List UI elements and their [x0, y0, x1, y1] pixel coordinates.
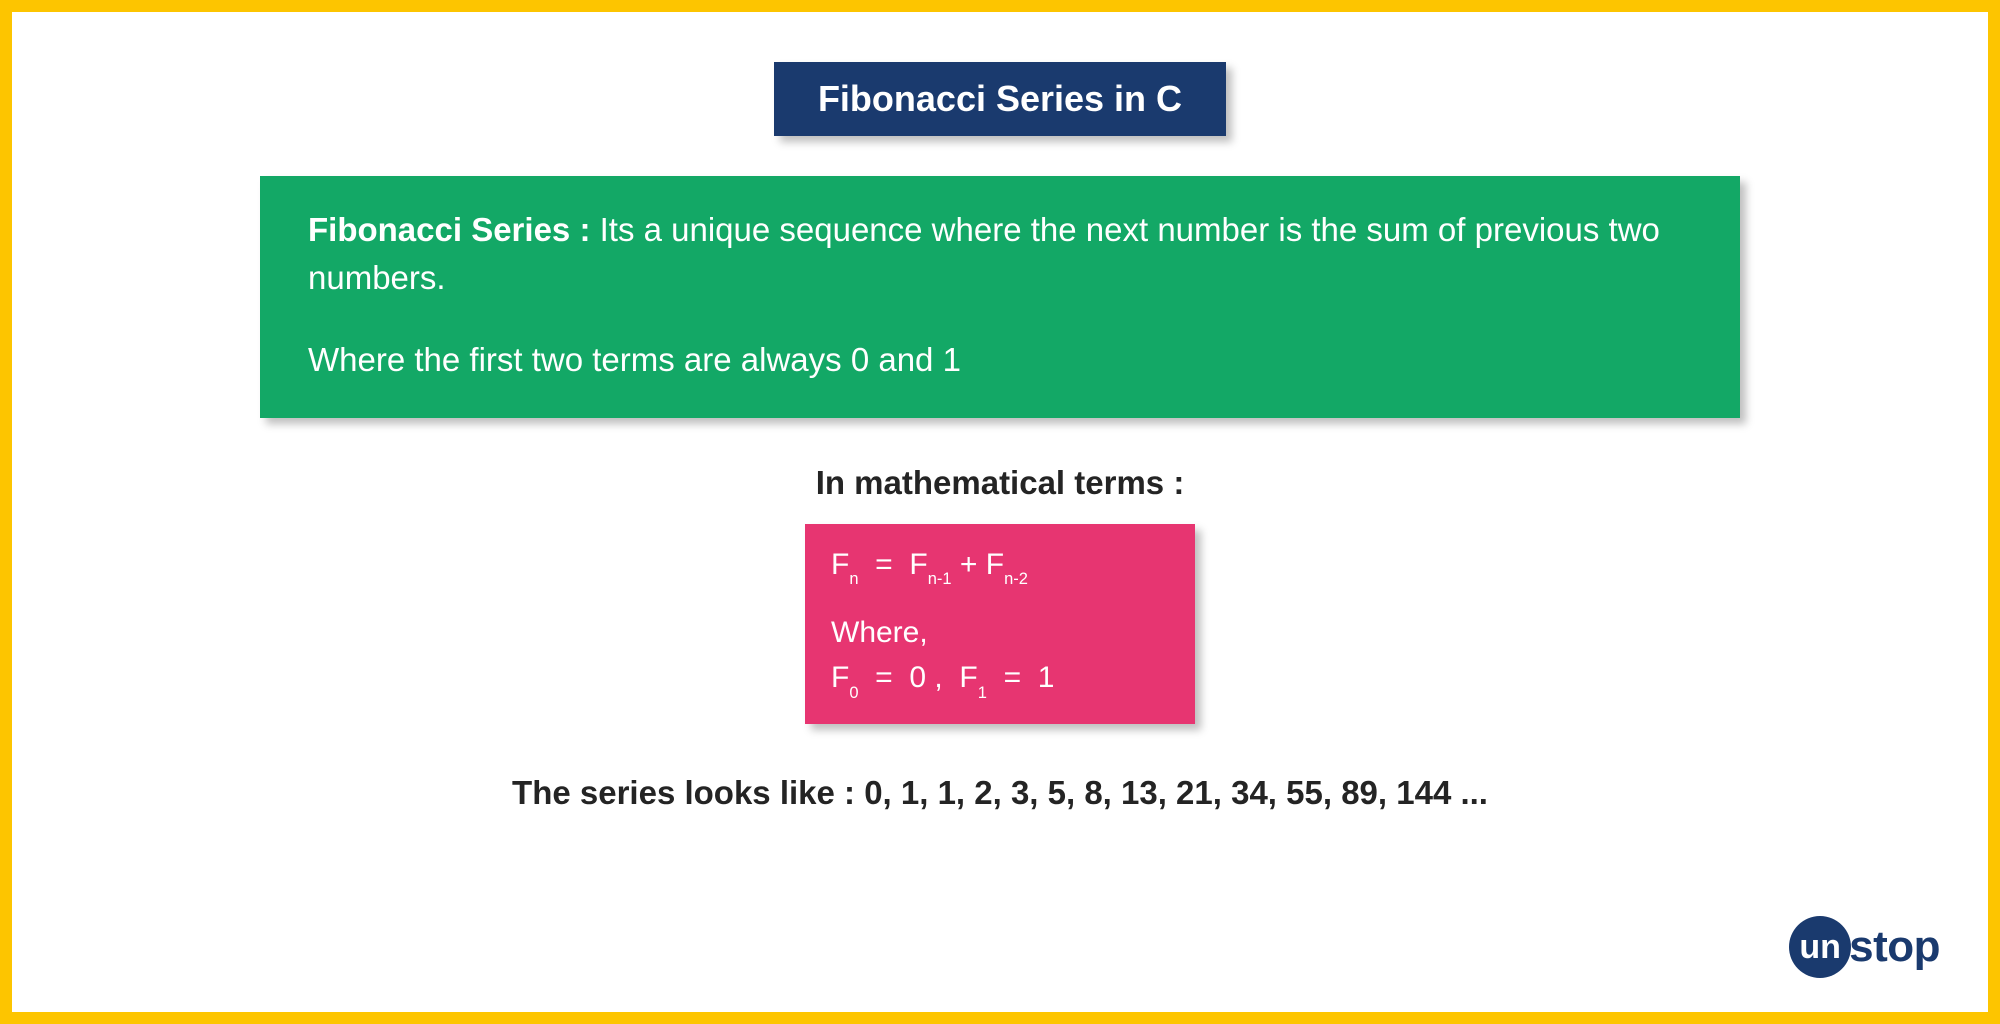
content-wrap: Fibonacci Series in C Fibonacci Series :…	[72, 62, 1928, 812]
logo-text: stop	[1849, 922, 1940, 972]
definition-box: Fibonacci Series : Its a unique sequence…	[260, 176, 1740, 418]
formula-recurrence: Fn = Fn-1 + Fn-2	[831, 542, 1169, 589]
formula-box: Fn = Fn-1 + Fn-2 Where, F0 = 0 , F1 = 1	[805, 524, 1195, 725]
slide-frame: Fibonacci Series in C Fibonacci Series :…	[0, 0, 2000, 1024]
brand-logo: un stop	[1789, 916, 1940, 978]
series-values: 0, 1, 1, 2, 3, 5, 8, 13, 21, 34, 55, 89,…	[864, 774, 1488, 811]
series-example: The series looks like : 0, 1, 1, 2, 3, 5…	[512, 774, 1488, 812]
definition-paragraph-2: Where the first two terms are always 0 a…	[308, 336, 1692, 384]
definition-label: Fibonacci Series :	[308, 211, 590, 248]
formula-initial-values: F0 = 0 , F1 = 1	[831, 655, 1169, 702]
definition-paragraph-1: Fibonacci Series : Its a unique sequence…	[308, 206, 1692, 302]
series-label: The series looks like :	[512, 774, 864, 811]
logo-circle: un	[1789, 916, 1851, 978]
math-terms-label: In mathematical terms :	[816, 464, 1185, 502]
slide-title: Fibonacci Series in C	[774, 62, 1226, 136]
formula-where-label: Where,	[831, 610, 1169, 655]
